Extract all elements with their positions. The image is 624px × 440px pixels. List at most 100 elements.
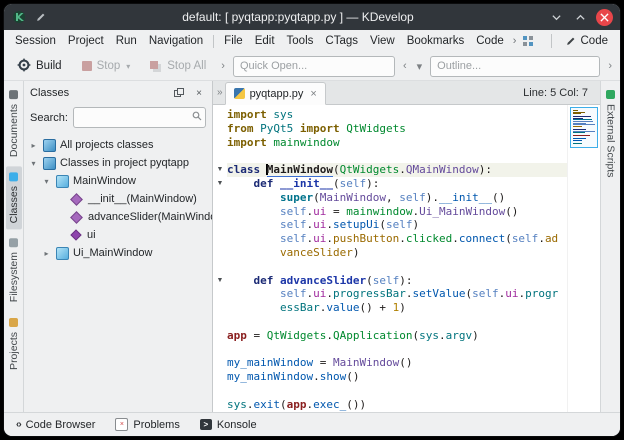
- menu-code[interactable]: Code: [470, 33, 510, 49]
- code-token: (: [333, 177, 340, 190]
- menu-view[interactable]: View: [364, 33, 401, 49]
- float-panel-icon[interactable]: [172, 88, 186, 98]
- code-token: self: [340, 177, 367, 190]
- code-token: [227, 301, 280, 314]
- fold-marker[interactable]: ▼: [213, 177, 227, 191]
- menu-edit[interactable]: Edit: [249, 33, 281, 49]
- dock-tab-external-scripts[interactable]: External Scripts: [603, 84, 619, 184]
- code-line-14: self.ui.progressBar.setValue(self.ui.pro…: [227, 287, 567, 301]
- tabbar-scroll-icon[interactable]: »: [215, 87, 225, 98]
- menu-tools[interactable]: Tools: [281, 33, 320, 49]
- code-token: self: [512, 232, 539, 245]
- tree-item-mainwindow[interactable]: ▾MainWindow: [24, 172, 212, 190]
- code-token: sys: [227, 398, 247, 411]
- minimize-button[interactable]: [548, 9, 565, 26]
- minimap[interactable]: [567, 105, 600, 412]
- konsole-button[interactable]: > Konsole: [194, 418, 263, 432]
- dock-tab-classes[interactable]: Classes: [6, 166, 22, 229]
- code-token: (): [492, 191, 505, 204]
- code-token: setupUi: [333, 218, 379, 231]
- tab-close-icon[interactable]: ×: [310, 88, 316, 100]
- tree-item--init-mainwindow-[interactable]: __init__(MainWindow): [24, 190, 212, 208]
- menu-file[interactable]: File: [218, 33, 249, 49]
- tree-item-classes-in-project-pyqtapp[interactable]: ▾Classes in project pyqtapp: [24, 154, 212, 172]
- code-line-15: essBar.value() + 1): [227, 301, 567, 315]
- tab-pyqtapp[interactable]: pyqtapp.py ×: [225, 82, 326, 105]
- build-icon: [17, 58, 31, 75]
- class-search-input[interactable]: [73, 107, 206, 128]
- menu-project[interactable]: Project: [62, 33, 110, 49]
- maximize-button[interactable]: [572, 9, 589, 26]
- toolbar-overflow-chevron[interactable]: ›: [606, 60, 614, 72]
- menu-navigation[interactable]: Navigation: [143, 33, 209, 49]
- code-line-6: def __init__(self):: [227, 177, 567, 191]
- menubar-separator: [213, 35, 214, 48]
- tree-item-label: advanceSlider(MainWindow): [88, 211, 212, 223]
- code-token: mainwindow: [346, 205, 412, 218]
- expander-icon[interactable]: ▸: [41, 249, 52, 258]
- minimap-line: [573, 113, 581, 114]
- problems-label: Problems: [133, 419, 179, 431]
- code-mode-button[interactable]: Code: [558, 33, 616, 49]
- fold-marker[interactable]: ▼: [213, 274, 227, 288]
- code-line-13: def advanceSlider(self):: [227, 274, 567, 288]
- quick-open-input[interactable]: [233, 56, 395, 77]
- classes-icon: [9, 172, 18, 181]
- expander-icon[interactable]: ▾: [41, 177, 52, 186]
- code-token: (: [280, 398, 287, 411]
- code-token: [227, 232, 280, 245]
- code-line-19: my_mainWindow = MainWindow(): [227, 356, 567, 370]
- menu-session[interactable]: Session: [9, 33, 62, 49]
- expander-icon[interactable]: ▸: [28, 141, 39, 150]
- expander-icon[interactable]: ▾: [28, 159, 39, 168]
- stop-label: Stop: [97, 60, 121, 72]
- code-line-10: self.ui.pushButton.clicked.connect(self.…: [227, 232, 567, 246]
- tree-item-ui-mainwindow[interactable]: ▸ Ui_MainWindow: [24, 244, 212, 262]
- problems-button[interactable]: × Problems: [109, 417, 185, 432]
- close-panel-icon[interactable]: ×: [192, 88, 206, 99]
- code-token: QMainWindow: [406, 163, 479, 176]
- outline-input[interactable]: [430, 56, 600, 77]
- code-token: .: [326, 329, 333, 342]
- menu-run[interactable]: Run: [110, 33, 143, 49]
- tree-item-label: Ui_MainWindow: [73, 247, 152, 259]
- kdevelop-app-icon: [11, 10, 26, 25]
- stop-button[interactable]: Stop ▾: [75, 57, 138, 75]
- tree-item-advanceslider-mainwindow-[interactable]: advanceSlider(MainWindow): [24, 208, 212, 226]
- code-token: .: [399, 163, 406, 176]
- minimap-line: [573, 140, 582, 141]
- code-token: QtWidgets: [340, 163, 400, 176]
- minimap-line: [573, 126, 582, 127]
- menu-bookmarks[interactable]: Bookmarks: [401, 33, 471, 49]
- code-line-9: self.ui.setupUi(self): [227, 218, 567, 232]
- code-token: setValue: [412, 287, 465, 300]
- titlebar[interactable]: default: [ pyqtapp:pyqtapp.py ] — KDevel…: [4, 4, 620, 30]
- build-button[interactable]: Build: [10, 55, 69, 78]
- code-token: ):: [479, 163, 492, 176]
- statusbar: ‹› Code Browser × Problems > Konsole: [4, 412, 620, 436]
- fold-marker[interactable]: ▼: [213, 163, 227, 177]
- dock-tab-projects[interactable]: Projects: [6, 312, 22, 376]
- code-token: PyQt5: [260, 122, 293, 135]
- dock-tab-filesystem[interactable]: Filesystem: [6, 232, 22, 308]
- area-switcher-icon[interactable]: [519, 36, 537, 46]
- menu-ctags[interactable]: CTags: [319, 33, 364, 49]
- main-area: DocumentsClassesFilesystemProjects Class…: [4, 81, 620, 412]
- code-token: (: [379, 218, 386, 231]
- previous-item-button[interactable]: ‹: [401, 60, 409, 72]
- stop-dropdown-icon[interactable]: ▾: [126, 62, 130, 71]
- tree-item-all-projects-classes[interactable]: ▸All projects classes: [24, 136, 212, 154]
- dock-tab-documents[interactable]: Documents: [6, 84, 22, 163]
- tree-item-ui[interactable]: ui: [24, 226, 212, 244]
- stop-all-button[interactable]: Stop All: [143, 57, 213, 75]
- close-button[interactable]: [596, 9, 613, 26]
- code-area[interactable]: import sysfrom PyQt5 import QtWidgetsimp…: [227, 105, 567, 412]
- menubar-overflow-icon[interactable]: ›: [510, 35, 520, 47]
- history-dropdown-icon[interactable]: ▾: [415, 60, 425, 73]
- konsole-icon: >: [200, 419, 212, 430]
- code-browser-button[interactable]: ‹› Code Browser: [10, 418, 101, 432]
- editor-body: ▼▼▼ import sysfrom PyQt5 import QtWidget…: [213, 105, 600, 412]
- minimap-line: [573, 132, 585, 133]
- gutter-line: [213, 149, 227, 163]
- code-line-2: from PyQt5 import QtWidgets: [227, 122, 567, 136]
